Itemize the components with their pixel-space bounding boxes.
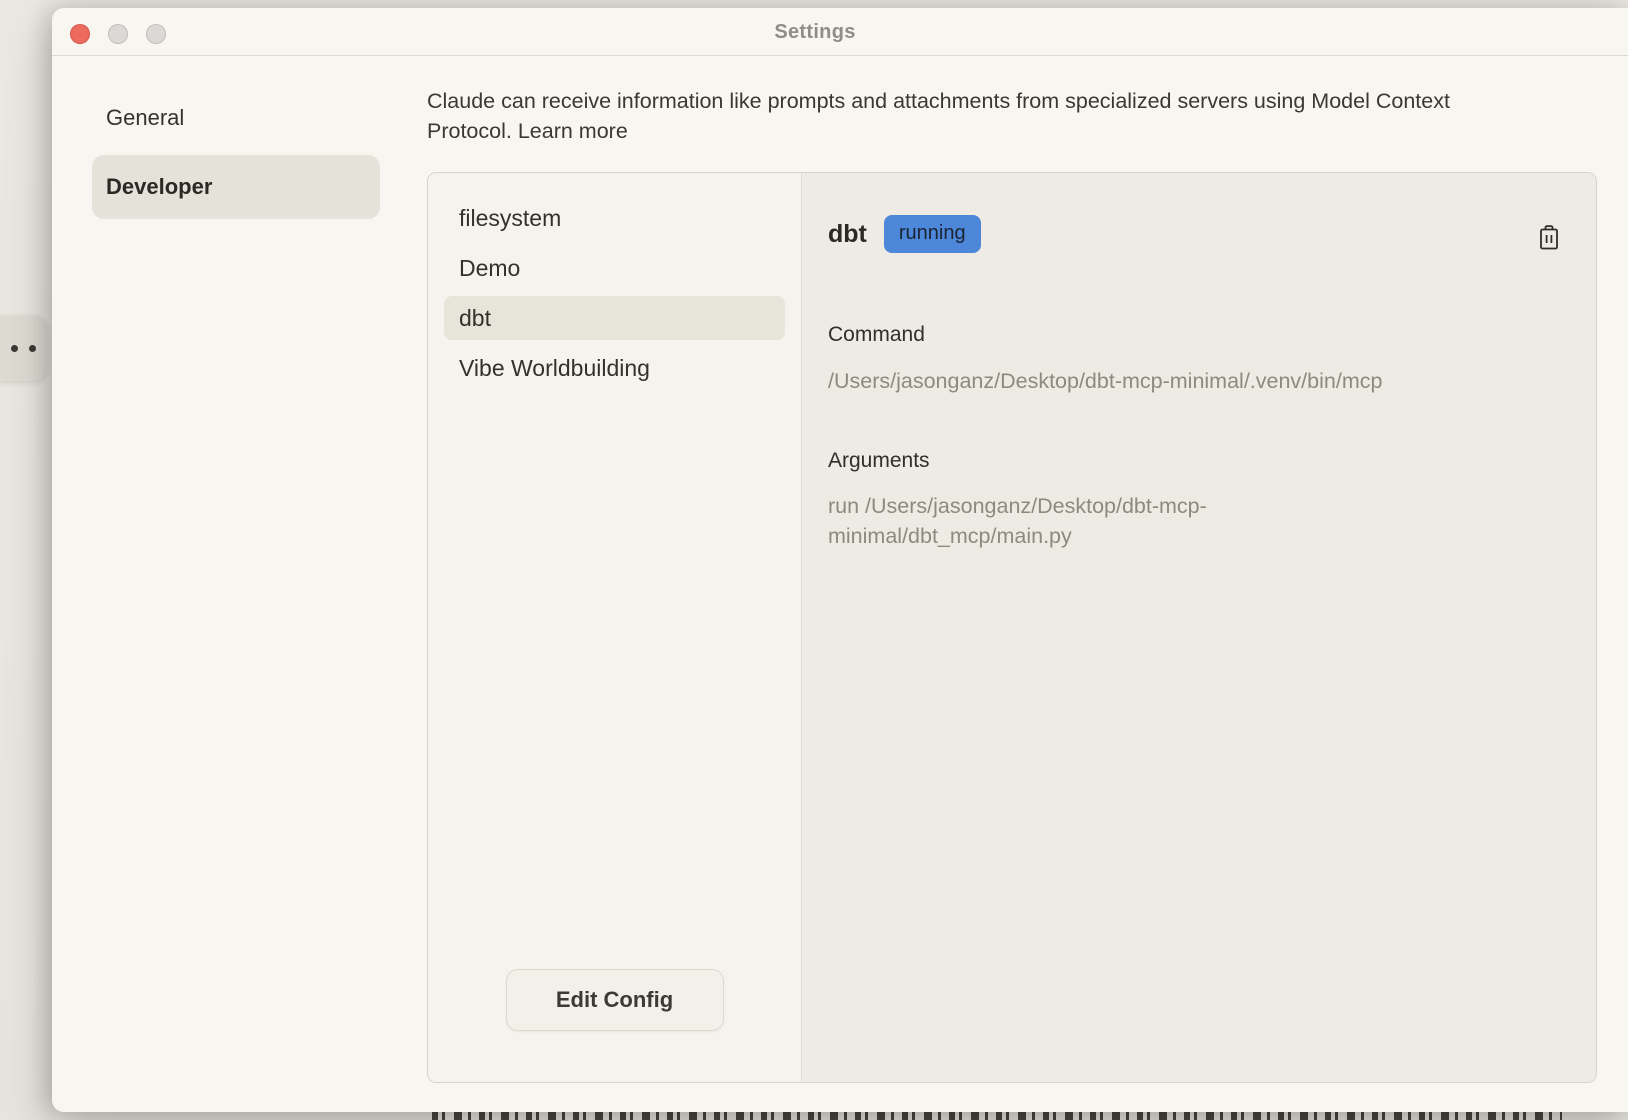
ellipsis-dot-icon bbox=[11, 345, 18, 352]
sidebar-item-label: Developer bbox=[106, 174, 212, 200]
server-item-label: filesystem bbox=[459, 205, 561, 232]
titlebar: Settings bbox=[52, 8, 1628, 56]
command-label: Command bbox=[828, 323, 925, 347]
arguments-value: run /Users/jasonganz/Desktop/dbt-mcp- mi… bbox=[828, 491, 1548, 551]
mcp-description: Claude can receive information like prom… bbox=[427, 86, 1519, 146]
settings-window: Settings General Developer Claude can re… bbox=[52, 8, 1628, 1112]
arguments-line: run /Users/jasonganz/Desktop/dbt-mcp- bbox=[828, 491, 1548, 521]
edit-config-button[interactable]: Edit Config bbox=[506, 969, 724, 1031]
sidebar-item-general[interactable]: General bbox=[92, 92, 380, 144]
server-item-label: Vibe Worldbuilding bbox=[459, 355, 650, 382]
ellipsis-dot-icon bbox=[29, 345, 36, 352]
window-title: Settings bbox=[52, 8, 1578, 56]
trash-icon bbox=[1536, 223, 1562, 253]
delete-server-button[interactable] bbox=[1536, 223, 1562, 253]
server-item-dbt[interactable]: dbt bbox=[444, 296, 785, 340]
arguments-line: minimal/dbt_mcp/main.py bbox=[828, 521, 1548, 551]
status-badge: running bbox=[884, 215, 981, 253]
server-item-label: dbt bbox=[459, 305, 491, 332]
server-details: dbt running Command /Users/jasonganz/Des… bbox=[801, 173, 1596, 1082]
arguments-label: Arguments bbox=[828, 449, 930, 473]
command-value: /Users/jasonganz/Desktop/dbt-mcp-minimal… bbox=[828, 366, 1548, 396]
background-window-edge bbox=[0, 0, 56, 1120]
server-list: filesystem Demo dbt Vibe Worldbuilding E… bbox=[428, 173, 801, 1082]
mcp-servers-panel: filesystem Demo dbt Vibe Worldbuilding E… bbox=[427, 172, 1597, 1083]
sidebar-item-label: General bbox=[106, 105, 184, 131]
server-item-label: Demo bbox=[459, 255, 520, 282]
clipped-background-text bbox=[432, 1111, 1562, 1120]
server-name: dbt bbox=[828, 220, 867, 249]
learn-more-link[interactable]: Learn more bbox=[518, 119, 628, 143]
server-item-vibe-worldbuilding[interactable]: Vibe Worldbuilding bbox=[428, 343, 801, 393]
server-item-filesystem[interactable]: filesystem bbox=[428, 193, 801, 243]
collapsed-sidebar-handle[interactable] bbox=[0, 315, 48, 381]
server-details-header: dbt running bbox=[828, 215, 981, 253]
server-item-demo[interactable]: Demo bbox=[428, 243, 801, 293]
sidebar-item-developer[interactable]: Developer bbox=[92, 155, 380, 219]
